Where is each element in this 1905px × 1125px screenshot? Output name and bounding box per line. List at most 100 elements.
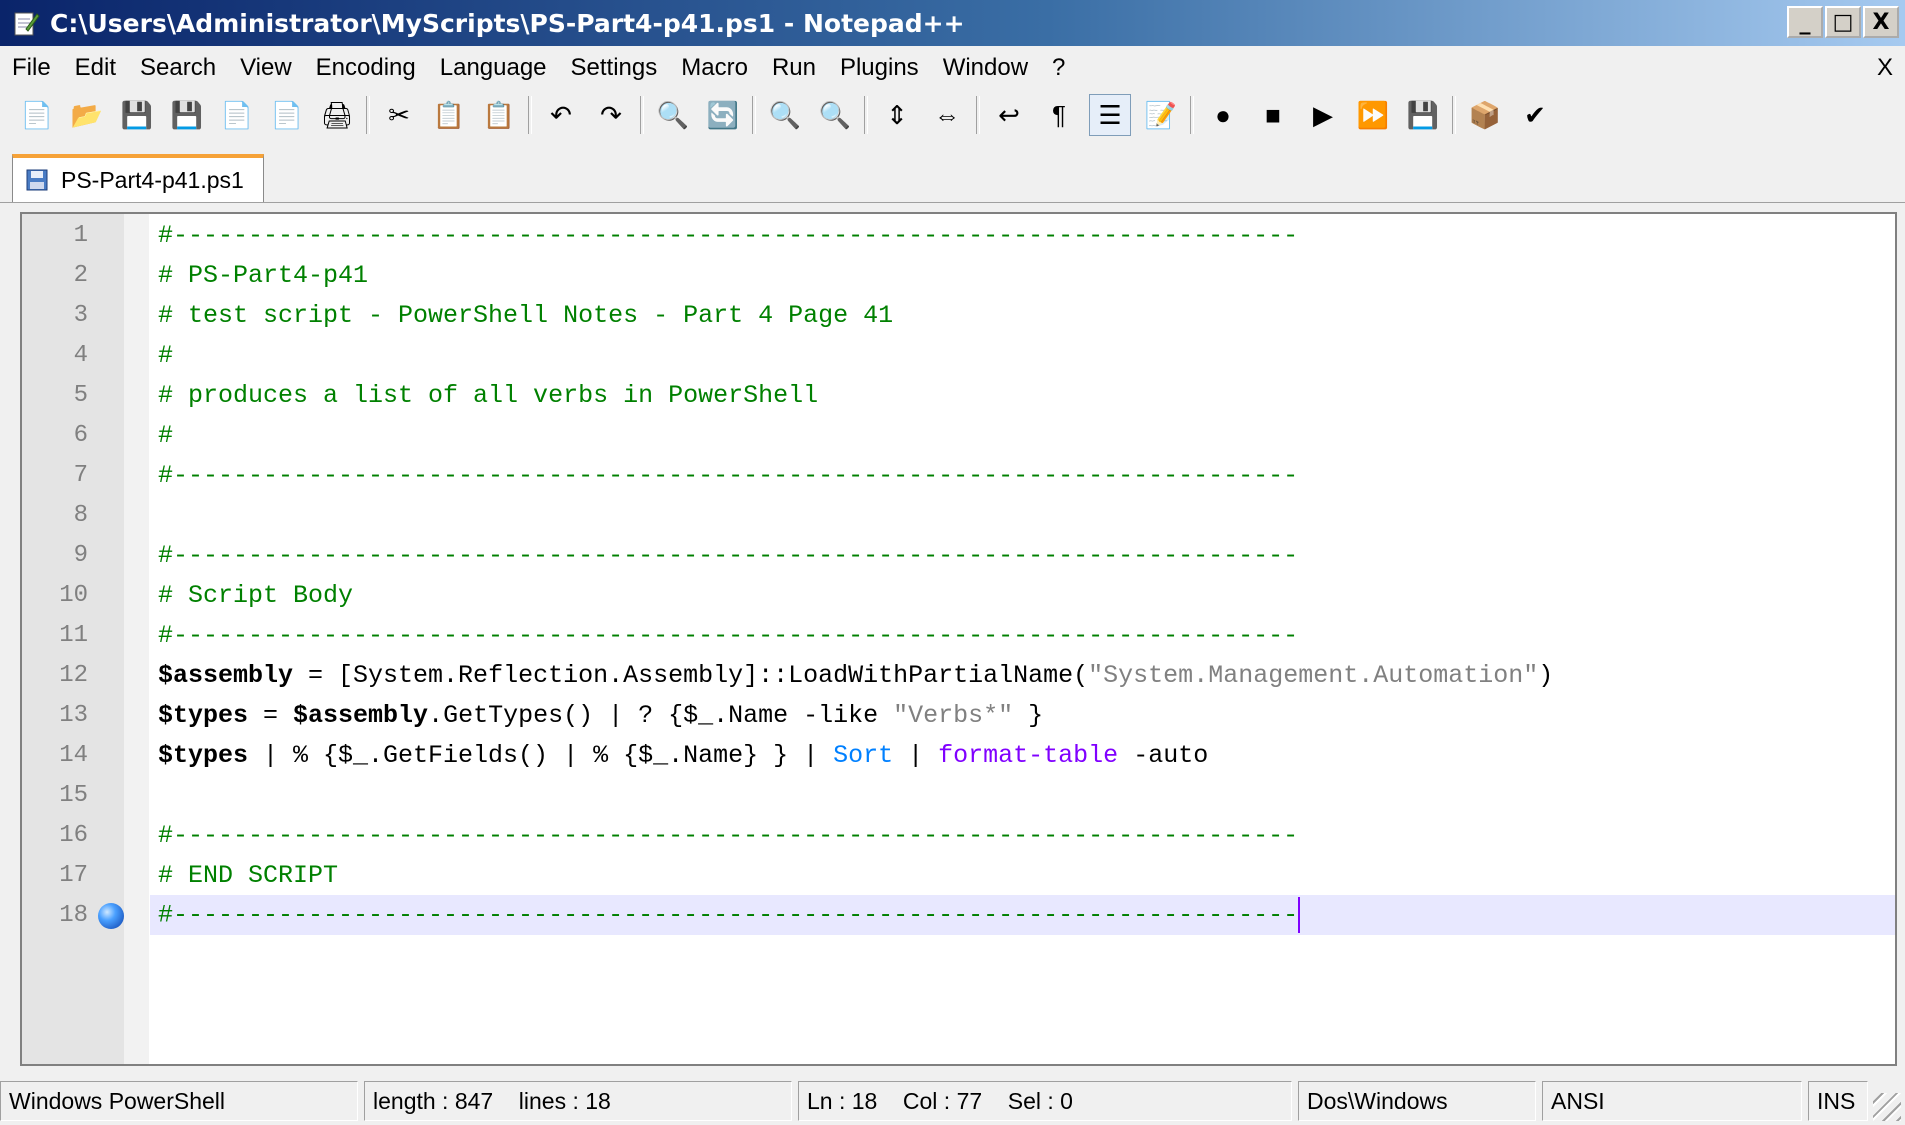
open-file-icon[interactable]: 📂 xyxy=(67,95,107,135)
menu-file[interactable]: File xyxy=(0,54,63,82)
menu-plugins[interactable]: Plugins xyxy=(828,54,931,82)
close-all-icon[interactable]: 📄 xyxy=(267,95,307,135)
status-eol: Dos\Windows xyxy=(1298,1081,1536,1121)
code-text: # xyxy=(158,341,173,370)
code-line[interactable]: 15 xyxy=(22,775,1895,815)
sync-horizontal-icon[interactable]: ⇔ xyxy=(927,95,967,135)
code-token: # test script - PowerShell Notes - Part … xyxy=(158,300,894,330)
line-number: 18 xyxy=(59,901,88,929)
close-button[interactable]: X xyxy=(1863,6,1899,38)
run-macro-multiple-icon[interactable]: ⏩ xyxy=(1353,95,1393,135)
code-line[interactable]: 8 xyxy=(22,495,1895,535)
code-text: $types = $assembly.GetTypes() | ? {$_.Na… xyxy=(158,701,1043,730)
menu-macro[interactable]: Macro xyxy=(669,54,760,82)
code-line[interactable]: 18 #-------------------------------------… xyxy=(22,895,1895,935)
menu-search[interactable]: Search xyxy=(128,54,228,82)
code-token: } xyxy=(1013,700,1044,730)
print-icon[interactable]: 🖨 xyxy=(317,95,357,135)
code-token: # END SCRIPT xyxy=(158,860,339,890)
new-file-icon[interactable]: 📄 xyxy=(17,95,57,135)
minimize-button[interactable]: _ xyxy=(1787,6,1823,38)
line-number: 11 xyxy=(59,621,88,649)
status-length-lines: length : 847 lines : 18 xyxy=(364,1081,792,1121)
code-line[interactable]: 7 #--------------------------------------… xyxy=(22,455,1895,495)
code-token: # PS-Part4-p41 xyxy=(158,260,369,290)
code-line[interactable]: 17 # END SCRIPT xyxy=(22,855,1895,895)
toolbar-separator xyxy=(1190,96,1194,134)
code-token: # Script Body xyxy=(158,580,354,610)
language-icon[interactable]: 📝 xyxy=(1141,95,1181,135)
code-token: #---------------------------------------… xyxy=(158,220,1299,250)
code-line[interactable]: 13 $types = $assembly.GetTypes() | ? {$_.… xyxy=(22,695,1895,735)
code-line[interactable]: 6 # xyxy=(22,415,1895,455)
record-macro-icon[interactable]: ● xyxy=(1203,95,1243,135)
save-all-icon[interactable]: 💾 xyxy=(167,95,207,135)
stop-macro-icon[interactable]: ■ xyxy=(1253,95,1293,135)
line-number: 16 xyxy=(59,821,88,849)
find-icon[interactable]: 🔍 xyxy=(653,95,693,135)
line-number: 6 xyxy=(73,421,88,449)
save-icon[interactable]: 💾 xyxy=(117,95,157,135)
code-line[interactable]: 2 # PS-Part4-p41 xyxy=(22,255,1895,295)
code-line[interactable]: 11 #-------------------------------------… xyxy=(22,615,1895,655)
notepadpp-icon xyxy=(12,9,40,37)
paste-icon[interactable]: 📋 xyxy=(479,95,519,135)
code-token: = [System.Reflection.Assembly]::LoadWith… xyxy=(293,660,1089,690)
maximize-button[interactable]: □ xyxy=(1825,6,1861,38)
code-text: # test script - PowerShell Notes - Part … xyxy=(158,301,893,330)
code-line[interactable]: 1 #--------------------------------------… xyxy=(22,215,1895,255)
menu-settings[interactable]: Settings xyxy=(559,54,670,82)
menu-language[interactable]: Language xyxy=(428,54,559,82)
menu-run[interactable]: Run xyxy=(760,54,828,82)
code-line[interactable]: 16 #-------------------------------------… xyxy=(22,815,1895,855)
code-token: .GetTypes() | ? {$_.Name -like xyxy=(428,700,894,730)
plugin-icon[interactable]: 📦 xyxy=(1465,95,1505,135)
code-text: # xyxy=(158,421,173,450)
code-token: $types xyxy=(158,700,249,730)
indent-guide-icon[interactable]: ☰ xyxy=(1089,94,1131,136)
line-number: 9 xyxy=(73,541,88,569)
code-text: $assembly = [System.Reflection.Assembly]… xyxy=(158,661,1553,690)
zoom-in-icon[interactable]: 🔍 xyxy=(765,95,805,135)
line-number: 8 xyxy=(73,501,88,529)
resize-grip[interactable] xyxy=(1873,1093,1901,1121)
replace-icon[interactable]: 🔄 xyxy=(703,95,743,135)
show-all-chars-icon[interactable]: ¶ xyxy=(1039,95,1079,135)
save-macro-icon[interactable]: 💾 xyxy=(1403,95,1443,135)
line-number: 14 xyxy=(59,741,88,769)
code-line[interactable]: 10 # Script Body xyxy=(22,575,1895,615)
code-token: $types xyxy=(158,740,249,770)
copy-icon[interactable]: 📋 xyxy=(429,95,469,135)
sync-vertical-icon[interactable]: ⇕ xyxy=(877,95,917,135)
code-line[interactable]: 4 # xyxy=(22,335,1895,375)
code-lines: 1 #--------------------------------------… xyxy=(22,215,1895,935)
redo-icon[interactable]: ↷ xyxy=(591,95,631,135)
close-icon[interactable]: 📄 xyxy=(217,95,257,135)
toolbar-separator xyxy=(752,96,756,134)
menu-view[interactable]: View xyxy=(228,54,304,82)
code-line[interactable]: 14 $types | % {$_.GetFields() | % {$_.Nam… xyxy=(22,735,1895,775)
cut-icon[interactable]: ✂ xyxy=(379,95,419,135)
title-bar: C:\Users\Administrator\MyScripts\PS-Part… xyxy=(0,0,1905,46)
zoom-out-icon[interactable]: 🔍 xyxy=(815,95,855,135)
code-text: $types | % {$_.GetFields() | % {$_.Name}… xyxy=(158,741,1208,770)
menu-edit[interactable]: Edit xyxy=(63,54,128,82)
code-line[interactable]: 3 # test script - PowerShell Notes - Part… xyxy=(22,295,1895,335)
bookmark-icon[interactable] xyxy=(98,903,124,929)
menu-encoding[interactable]: Encoding xyxy=(304,54,428,82)
tab-ps-part4-p41[interactable]: PS-Part4-p41.ps1 xyxy=(12,154,264,202)
line-number: 15 xyxy=(59,781,88,809)
code-editor[interactable]: 1 #--------------------------------------… xyxy=(20,212,1897,1066)
play-macro-icon[interactable]: ▶ xyxy=(1303,95,1343,135)
word-wrap-icon[interactable]: ↩ xyxy=(989,95,1029,135)
code-text: #---------------------------------------… xyxy=(158,821,1298,850)
undo-icon[interactable]: ↶ xyxy=(541,95,581,135)
spell-check-icon[interactable]: ✔ xyxy=(1515,95,1555,135)
code-line[interactable]: 9 #--------------------------------------… xyxy=(22,535,1895,575)
menu-window[interactable]: Window xyxy=(931,54,1040,82)
code-line[interactable]: 5 # produces a list of all verbs in Power… xyxy=(22,375,1895,415)
close-document-button[interactable]: X xyxy=(1877,54,1893,82)
code-line[interactable]: 12 $assembly = [System.Reflection.Assembl… xyxy=(22,655,1895,695)
menu-help[interactable]: ? xyxy=(1040,54,1077,82)
window-title: C:\Users\Administrator\MyScripts\PS-Part… xyxy=(50,8,965,38)
